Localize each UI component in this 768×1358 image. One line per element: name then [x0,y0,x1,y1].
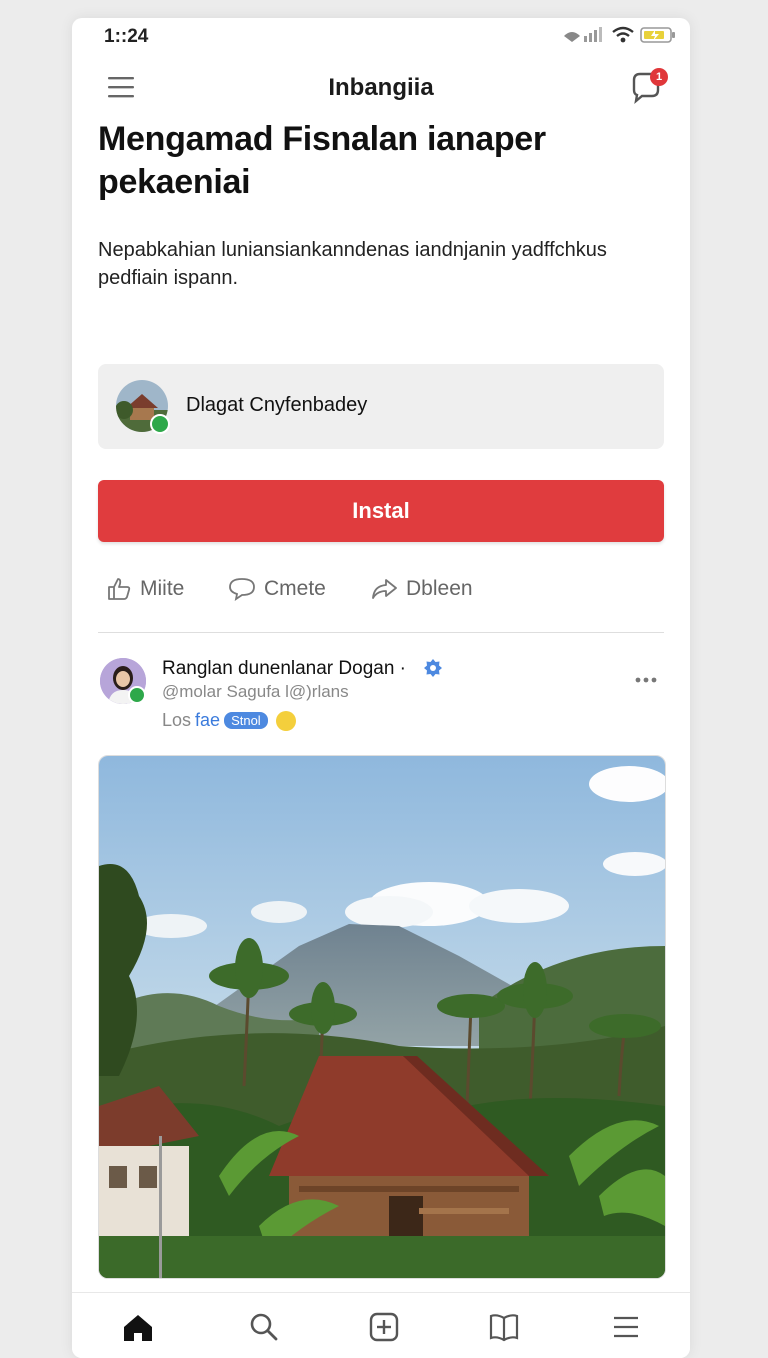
developer-name: Dlagat Cnyfenbadey [186,394,368,416]
developer-card[interactable]: Dlagat Cnyfenbadey [98,364,664,449]
status-icons [562,26,676,44]
bottom-navigation [72,1292,690,1358]
install-button[interactable]: Instal [98,480,664,542]
share-button[interactable]: Dbleen [370,576,473,602]
post-image[interactable] [98,755,666,1279]
online-status-dot [128,686,146,704]
smiley-emoji-icon [275,710,296,731]
post-meta-link[interactable]: fae [195,710,220,731]
post-meta-pill[interactable]: Stnol [224,712,268,729]
battery-icon [640,27,675,43]
like-button[interactable]: Miite [106,576,184,602]
page-description: Nepabkahian luniansiankanndenas iandnjan… [98,239,607,289]
post-author-name[interactable]: Ranglan dunenlanar Dogan · [162,658,406,680]
more-options-icon[interactable] [632,672,660,688]
divider [98,632,664,633]
thumbs-up-icon [108,578,131,600]
signal-icon [564,27,602,42]
comment-button[interactable]: Cmete [228,576,326,602]
like-label: Miite [140,577,185,600]
wifi-icon [612,26,634,43]
comment-icon [229,578,255,601]
chat-notifications-button[interactable]: 1 [626,68,668,108]
status-bar: 1::24 [72,18,690,54]
top-app-bar: Inbangiia 1 [72,64,690,112]
page-title: Mengamad Fisnalan ianaper pekaeniai [98,120,546,201]
post-meta: Los fae Stnol [162,710,296,731]
post-header: Ranglan dunenlanar Dogan · @molar Sagufa… [98,654,664,734]
verified-dot [150,414,170,434]
post-meta-prefix: Los [162,710,192,730]
action-row: Miite Cmete Dbleen [98,576,664,616]
verified-badge-icon [424,659,442,677]
share-icon [372,579,397,599]
book-icon[interactable] [484,1307,524,1347]
add-icon[interactable] [364,1307,404,1347]
post-author-handle: @molar Sagufa l@)rlans [162,682,349,701]
menu-icon[interactable] [606,1307,646,1347]
home-icon[interactable] [118,1307,158,1347]
app-title: Inbangiia [328,74,434,101]
share-label: Dbleen [406,577,473,600]
search-icon[interactable] [244,1307,284,1347]
comment-label: Cmete [264,577,326,600]
phone-screen: 1::24 Inbangiia 1 Mengamad Fisnalan iana… [72,18,690,1358]
status-time: 1::24 [104,26,149,47]
notification-badge: 1 [650,68,668,86]
